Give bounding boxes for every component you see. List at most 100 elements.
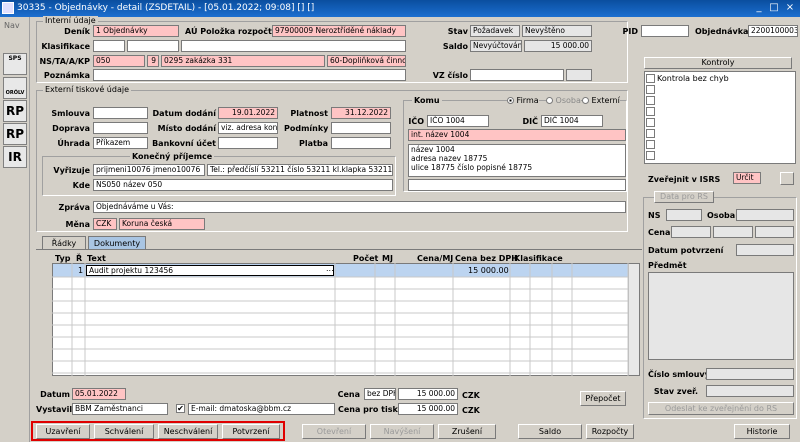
ta-field[interactable]: 9 bbox=[147, 55, 159, 67]
datum-field[interactable]: 05.01.2022 bbox=[72, 388, 126, 400]
kontroly-check-7[interactable] bbox=[646, 140, 655, 149]
minimize-button[interactable]: _ bbox=[752, 2, 766, 15]
saldo-amount: 15 000.00 bbox=[524, 40, 592, 52]
side-toolbar: Nav SPS ORÓLV RP RP IR bbox=[0, 17, 30, 442]
rozpocty-button[interactable]: Rozpočty bbox=[586, 424, 634, 439]
historie-button[interactable]: Historie bbox=[734, 424, 790, 439]
datum-potvrzeni-label: Datum potvrzení bbox=[648, 246, 724, 255]
rs-cena-label: Cena bbox=[648, 228, 671, 237]
dic-field[interactable]: DIČ 1004 bbox=[541, 115, 603, 127]
radio-osoba[interactable]: Osoba bbox=[546, 96, 581, 105]
komu-extra-field[interactable] bbox=[408, 179, 626, 191]
grid-scrollbar[interactable] bbox=[628, 264, 639, 375]
radio-externi[interactable]: Externí bbox=[582, 96, 620, 105]
tel-field[interactable]: Tel.: předčíslí 53211 číslo 53211 kl.kla… bbox=[207, 164, 393, 176]
kp-field[interactable]: 60-Dopliňková činnost bbox=[327, 55, 406, 67]
ir-button[interactable]: IR bbox=[3, 146, 27, 168]
otevreni-button[interactable]: Otevření bbox=[302, 424, 366, 439]
platnost-label: Platnost bbox=[290, 109, 328, 118]
vz-label: VZ číslo bbox=[432, 71, 468, 80]
nav-label[interactable]: Nav bbox=[4, 21, 20, 30]
cena-type-field[interactable]: bez DPH bbox=[364, 388, 396, 400]
podminky-field[interactable] bbox=[331, 122, 391, 134]
kontroly-check-8[interactable] bbox=[646, 151, 655, 160]
orolv-button[interactable]: ORÓLV bbox=[3, 77, 27, 99]
objednavka-field[interactable]: 2200100003 bbox=[748, 25, 798, 37]
ns-field[interactable]: 050 bbox=[93, 55, 145, 67]
tab-dokumenty[interactable]: Dokumenty bbox=[88, 236, 146, 250]
kde-field[interactable]: NS050 název 050 bbox=[93, 179, 393, 191]
kontroly-check-1[interactable] bbox=[646, 74, 655, 83]
a-field[interactable]: 0295 zakázka 331 bbox=[161, 55, 325, 67]
kontroly-check-5[interactable] bbox=[646, 118, 655, 127]
grid-lines bbox=[52, 263, 629, 376]
mena-value-field[interactable]: Koruna česká bbox=[119, 218, 205, 230]
neschvaleni-button[interactable]: Neschválení bbox=[158, 424, 218, 439]
kontroly-check-2[interactable] bbox=[646, 85, 655, 94]
tab-radky[interactable]: Řádky bbox=[42, 236, 86, 250]
vz-field[interactable] bbox=[470, 69, 564, 81]
datum-dodani-field[interactable]: 19.01.2022 bbox=[218, 107, 278, 119]
vystavil-label: Vystavil bbox=[36, 405, 73, 414]
maximize-button[interactable]: □ bbox=[767, 2, 781, 15]
zverejnit-picker-button[interactable] bbox=[780, 172, 794, 185]
tab-divider bbox=[36, 249, 642, 250]
vystavil-field[interactable]: BBM Zaměstnanci bbox=[72, 403, 168, 415]
saldo-button[interactable]: Saldo bbox=[518, 424, 582, 439]
data-pro-rs-button[interactable]: Data pro RS bbox=[654, 191, 714, 203]
ico-field[interactable]: IČO 1004 bbox=[427, 115, 489, 127]
rp-button-2[interactable]: RP bbox=[3, 123, 27, 145]
odeslat-button[interactable]: Odeslat ke zveřejnění do RS bbox=[648, 402, 794, 415]
platnost-field[interactable]: 31.12.2022 bbox=[331, 107, 391, 119]
predmet-field bbox=[648, 272, 794, 360]
datum-dodani-label: Datum dodání bbox=[152, 109, 216, 118]
smlouva-field[interactable] bbox=[93, 107, 148, 119]
denik-field[interactable]: 1 Objednávky bbox=[93, 25, 179, 37]
ico-label: IČO bbox=[408, 117, 424, 126]
mena-code-field[interactable]: CZK bbox=[93, 218, 117, 230]
platba-field[interactable] bbox=[331, 137, 391, 149]
stav-zver-field bbox=[706, 385, 794, 397]
vyrizuje-field[interactable]: prijmeni10076 jmeno10076 bbox=[93, 164, 205, 176]
saldo-label: Saldo bbox=[442, 42, 468, 51]
ns-label: NS/TA/A/KP bbox=[39, 57, 90, 66]
email-checkbox[interactable]: ✔ bbox=[176, 404, 185, 413]
zruseni-button[interactable]: Zrušení bbox=[438, 424, 496, 439]
klasifikace-field-2[interactable] bbox=[127, 40, 179, 52]
stav-label: Stav bbox=[447, 27, 468, 36]
cena-tisk-currency: CZK bbox=[462, 406, 480, 415]
uzavreni-button[interactable]: Uzavření bbox=[36, 424, 90, 439]
polozka-field[interactable]: 97900009 Neroztříděné náklady bbox=[272, 25, 406, 37]
rp-button-1[interactable]: RP bbox=[3, 100, 27, 122]
radio-firma[interactable]: Firma bbox=[507, 96, 539, 105]
poznamka-label: Poznámka bbox=[43, 71, 90, 80]
misto-dodani-field[interactable]: viz. adresa konec bbox=[218, 122, 278, 134]
klasifikace-field-1[interactable] bbox=[93, 40, 125, 52]
pid-field[interactable] bbox=[641, 25, 689, 37]
zverejnit-field[interactable]: Určit bbox=[733, 172, 761, 184]
bankovni-field[interactable] bbox=[218, 137, 278, 149]
zprava-field[interactable]: Objednáváme u Vás: bbox=[93, 201, 626, 213]
schvaleni-button[interactable]: Schválení bbox=[94, 424, 154, 439]
podminky-label: Podmínky bbox=[284, 124, 329, 133]
kontroly-check-6[interactable] bbox=[646, 129, 655, 138]
potvrzeni-button[interactable]: Potvrzení bbox=[222, 424, 280, 439]
kontroly-check-4[interactable] bbox=[646, 107, 655, 116]
prepocet-button[interactable]: Přepočet bbox=[580, 391, 626, 406]
email-field[interactable]: E-mail: dmatoska@bbm.cz bbox=[188, 403, 335, 415]
mena-label: Měna bbox=[65, 220, 90, 229]
navyseni-button[interactable]: Navýšení bbox=[370, 424, 434, 439]
cislo-smlouvy-field bbox=[706, 368, 794, 380]
klasifikace-field-3[interactable] bbox=[181, 40, 406, 52]
doprava-field[interactable] bbox=[93, 122, 148, 134]
uhrada-field[interactable]: Příkazem bbox=[93, 137, 148, 149]
komu-address-field[interactable]: název 1004 adresa nazev 18775 ulice 1877… bbox=[408, 144, 626, 177]
poznamka-field[interactable] bbox=[93, 69, 406, 81]
kontroly-check-3[interactable] bbox=[646, 96, 655, 105]
close-button[interactable]: × bbox=[783, 2, 797, 15]
radio-externi-label: Externí bbox=[591, 96, 620, 105]
komu-name-field[interactable]: int. název 1004 bbox=[408, 129, 626, 141]
kontroly-button[interactable]: Kontroly bbox=[644, 57, 792, 69]
sps-button[interactable]: SPS bbox=[3, 53, 27, 75]
kontroly-item-1: Kontrola bez chyb bbox=[657, 74, 729, 83]
